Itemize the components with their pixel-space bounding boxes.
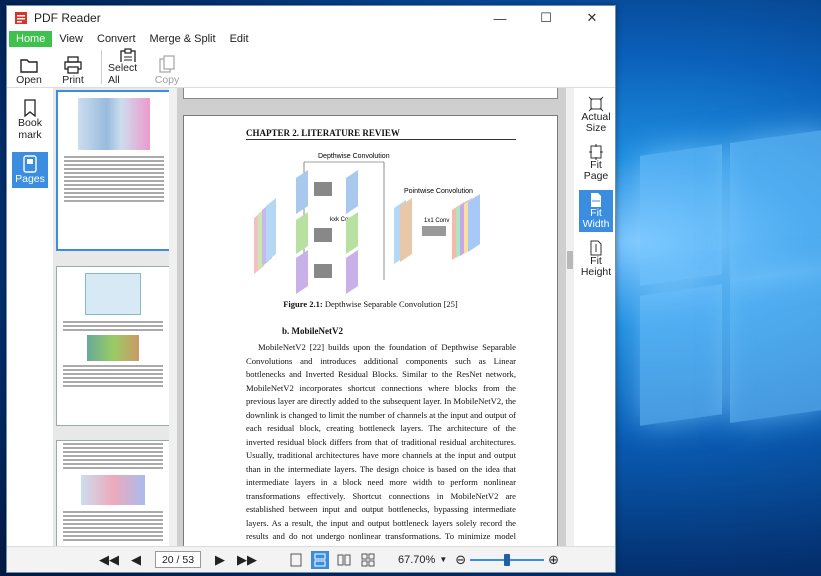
print-button[interactable]: Print (51, 48, 95, 86)
caption-label: Figure 2.1: (283, 299, 323, 309)
document-scrollbar[interactable] (566, 88, 574, 547)
last-page-icon[interactable]: ▶▶ (237, 552, 257, 568)
title-bar: PDF Reader — ☐ ✕ (7, 6, 615, 30)
pages-icon (23, 155, 37, 173)
pdf-page: CHAPTER 2. LITERATURE REVIEW Depthwise C… (183, 115, 558, 547)
copy-button[interactable]: Copy (148, 48, 186, 86)
fit-page-button[interactable]: Fit Page (579, 142, 613, 184)
next-page-icon[interactable]: ▶ (215, 552, 225, 568)
menu-home[interactable]: Home (9, 31, 53, 47)
select-all-label: Select All (108, 62, 138, 86)
fit-height-label: Fit Height (580, 255, 612, 278)
section-heading: b. MobileNetV2 (282, 326, 343, 336)
continuous-view-button[interactable] (311, 550, 329, 569)
zoom-in-icon[interactable]: ⊕ (548, 552, 559, 568)
open-label: Open (16, 74, 42, 86)
two-page-continuous-button[interactable] (359, 551, 377, 569)
pages-button[interactable]: Pages (12, 152, 48, 188)
open-button[interactable]: Open (7, 48, 51, 86)
left-nav: Book mark Pages (7, 88, 53, 572)
menu-view[interactable]: View (52, 31, 90, 47)
header-rule (246, 139, 516, 140)
menu-convert[interactable]: Convert (90, 31, 143, 47)
fit-width-icon (591, 193, 601, 207)
bookmark-icon (24, 99, 36, 117)
windows-logo (640, 128, 821, 450)
zoom-level[interactable]: 67.70% (398, 554, 435, 566)
menu-edit[interactable]: Edit (223, 31, 256, 47)
actual-size-label: Actual Size (581, 111, 611, 134)
figure-caption: Figure 2.1: Depthwise Separable Convolut… (184, 299, 557, 309)
fig-label-1x1: 1x1 Conv (424, 218, 449, 224)
status-bar: ◀◀ ◀ 20 / 53 ▶ ▶▶ 67.70% ▼ ⊖ ⊕ (7, 546, 615, 572)
window-title: PDF Reader (34, 11, 101, 25)
caption-text: Depthwise Separable Convolution [25] (322, 299, 458, 309)
continuous-page-icon (314, 553, 326, 566)
pdf-reader-window: PDF Reader — ☐ ✕ Home View Convert Merge… (6, 5, 616, 573)
bookmark-button[interactable]: Book mark (12, 96, 48, 144)
fig-label-pointwise: Pointwise Convolution (404, 188, 473, 195)
fit-page-icon (589, 144, 603, 160)
menu-bar: Home View Convert Merge & Split Edit (7, 30, 615, 47)
printer-icon (64, 56, 82, 74)
zoom-slider[interactable] (470, 553, 545, 567)
zoom-dropdown-icon[interactable]: ▼ (439, 555, 447, 564)
zoom-slider-knob[interactable] (504, 553, 511, 566)
copy-icon (159, 55, 175, 73)
select-all-button[interactable]: Select All (108, 48, 148, 86)
bookmark-label: Book mark (18, 117, 42, 141)
close-icon[interactable]: ✕ (569, 6, 615, 30)
minimize-icon[interactable]: — (477, 6, 523, 30)
page-number-input[interactable]: 20 / 53 (155, 551, 201, 568)
maximize-icon[interactable]: ☐ (523, 6, 569, 30)
zoom-out-icon[interactable]: ⊖ (455, 552, 466, 568)
fit-height-button[interactable]: Fit Height (579, 238, 613, 280)
depthwise-separable-figure: Depthwise Convolution Pointwise Convolut… (254, 153, 480, 294)
actual-size-icon (588, 96, 604, 112)
print-label: Print (62, 74, 84, 86)
pages-label: Pages (15, 173, 45, 185)
page-thumbnail-21[interactable] (56, 266, 170, 426)
fit-height-icon (590, 240, 602, 256)
ribbon-separator (101, 50, 102, 84)
previous-page-icon[interactable]: ◀ (131, 552, 141, 568)
scrollbar-thumb[interactable] (567, 251, 573, 269)
body-paragraph: MobileNetV2 [22] builds upon the foundat… (246, 341, 516, 547)
copy-label: Copy (154, 74, 180, 86)
previous-page-bottom (183, 88, 558, 99)
single-page-view-button[interactable] (287, 551, 305, 569)
paragraph-text: MobileNetV2 [22] builds upon the foundat… (246, 342, 516, 547)
document-viewer: CHAPTER 2. LITERATURE REVIEW Depthwise C… (177, 88, 566, 547)
first-page-icon[interactable]: ◀◀ (99, 552, 119, 568)
fit-width-label: Fit Width (582, 207, 610, 230)
menu-merge-split[interactable]: Merge & Split (143, 31, 223, 47)
page-thumbnail-20[interactable] (56, 90, 172, 251)
pdf-app-icon (14, 11, 28, 25)
chapter-header: CHAPTER 2. LITERATURE REVIEW (246, 128, 400, 138)
ribbon-toolbar: Open Print Select All Copy (7, 47, 615, 88)
fig-label-depthwise: Depthwise Convolution (318, 153, 390, 160)
folder-icon (20, 59, 38, 73)
two-page-view-button[interactable] (335, 551, 353, 569)
fit-page-label: Fit Page (583, 159, 609, 182)
right-nav: Actual Size Fit Page Fit Width Fit Heigh… (574, 88, 615, 547)
two-page-continuous-icon (361, 553, 375, 566)
fit-width-button[interactable]: Fit Width (579, 190, 613, 232)
single-page-icon (290, 553, 302, 566)
actual-size-button[interactable]: Actual Size (579, 94, 613, 136)
thumbnail-panel (53, 88, 177, 547)
two-page-icon (337, 554, 351, 565)
thumbnail-scrollbar[interactable] (169, 88, 177, 547)
page-thumbnail-22[interactable] (56, 440, 170, 547)
clipboard-icon (120, 48, 136, 62)
